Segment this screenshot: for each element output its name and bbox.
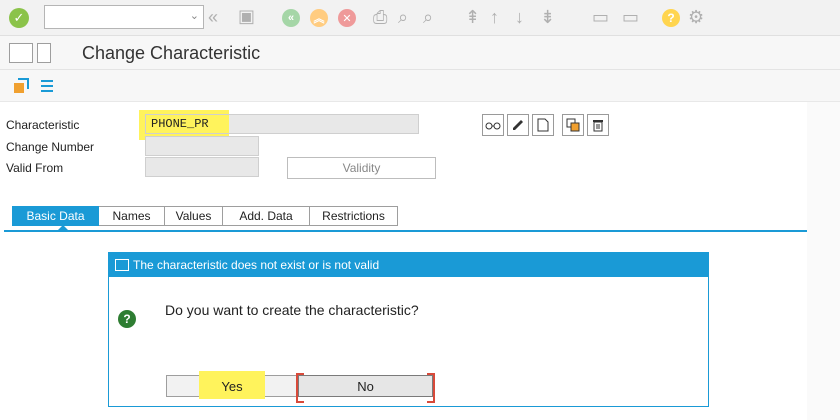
change-pencil-icon[interactable] <box>507 114 529 136</box>
first-page-icon[interactable]: ⇞ <box>465 7 480 28</box>
last-page-icon[interactable]: ⇟ <box>540 7 555 28</box>
chevron-down-icon[interactable]: ⌄ <box>190 9 199 22</box>
title-bar: Change Characteristic <box>0 36 840 70</box>
delete-trash-icon[interactable] <box>587 114 609 136</box>
save-icon[interactable]: ▣ <box>238 6 255 27</box>
print-icon[interactable]: ⎙ <box>373 7 387 28</box>
valid-from-input[interactable] <box>145 157 259 177</box>
cancel-icon[interactable]: ✕ <box>338 9 356 27</box>
application-toolbar <box>0 70 840 102</box>
characteristic-value: PHONE_PR <box>151 117 209 131</box>
tab-strip: Basic Data Names Values Add. Data Restri… <box>12 206 398 226</box>
list-icon[interactable] <box>38 77 56 95</box>
settings-gear-icon[interactable]: ⚙ <box>688 7 704 28</box>
create-characteristic-dialog: The characteristic does not exist or is … <box>108 252 709 407</box>
tab-values[interactable]: Values <box>165 206 223 226</box>
validity-button[interactable]: Validity <box>287 157 436 179</box>
tab-basic-data[interactable]: Basic Data <box>12 206 99 226</box>
other-characteristic-icon[interactable] <box>12 77 30 95</box>
system-toolbar: ✓ ⌄ « ▣ « ︽ ✕ ⎙ ⌕ ⌕ ⇞ ↑ ↓ ⇟ ▭ ▭ ? ⚙ <box>0 0 840 36</box>
back-double-icon[interactable]: « <box>208 7 218 28</box>
shortcut-icon[interactable]: ▭ <box>622 7 639 28</box>
tab-underline <box>4 230 807 232</box>
valid-from-label: Valid From <box>6 161 64 175</box>
display-glasses-icon[interactable] <box>482 114 504 136</box>
tab-add-data[interactable]: Add. Data <box>223 206 310 226</box>
copy-icon[interactable] <box>562 114 584 136</box>
menu-dropdown-icon[interactable] <box>37 43 51 63</box>
question-icon: ? <box>118 310 136 328</box>
change-number-input[interactable] <box>145 136 259 156</box>
previous-page-icon[interactable]: ↑ <box>490 7 499 28</box>
find-icon[interactable]: ⌕ <box>398 7 408 28</box>
help-icon[interactable]: ? <box>662 9 680 27</box>
characteristic-input-fill <box>229 115 418 133</box>
exit-icon[interactable]: ︽ <box>310 9 328 27</box>
enter-check-icon[interactable]: ✓ <box>9 8 29 28</box>
no-button[interactable]: No <box>296 373 435 403</box>
new-session-icon[interactable]: ▭ <box>592 7 609 28</box>
yes-button-label[interactable]: Yes <box>199 375 265 397</box>
next-page-icon[interactable]: ↓ <box>515 7 524 28</box>
change-number-label: Change Number <box>6 140 95 154</box>
find-next-icon[interactable]: ⌕ <box>423 7 433 28</box>
dialog-window-icon <box>115 259 129 271</box>
dialog-title: The characteristic does not exist or is … <box>133 258 380 272</box>
dialog-title-bar: The characteristic does not exist or is … <box>109 253 708 277</box>
back-icon[interactable]: « <box>282 9 300 27</box>
dialog-message: Do you want to create the characteristic… <box>165 302 419 318</box>
right-margin <box>807 102 840 420</box>
menu-icon[interactable] <box>9 43 33 63</box>
create-document-icon[interactable] <box>532 114 554 136</box>
page-title: Change Characteristic <box>82 43 261 63</box>
characteristic-label: Characteristic <box>6 118 80 132</box>
menu-button[interactable] <box>9 43 53 63</box>
command-field[interactable]: ⌄ <box>44 5 204 29</box>
tab-names[interactable]: Names <box>99 206 165 226</box>
tab-restrictions[interactable]: Restrictions <box>310 206 398 226</box>
